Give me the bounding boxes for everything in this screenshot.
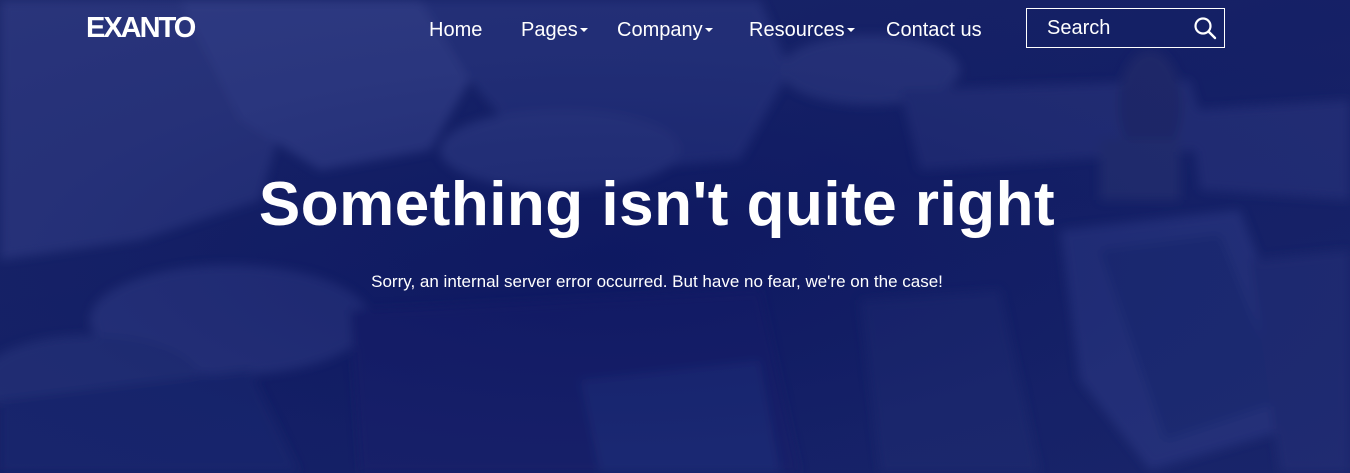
nav-item-home[interactable]: Home (429, 17, 482, 43)
caret-down-icon (704, 27, 713, 32)
search-icon[interactable] (1193, 16, 1217, 40)
search-box (1026, 8, 1225, 48)
nav-item-contact-us[interactable]: Contact us (886, 17, 982, 43)
nav-item-resources[interactable]: Resources (749, 17, 855, 43)
nav-item-label: Resources (749, 19, 845, 41)
main-navbar: EXANTO Home Pages Company Resources Cont… (0, 0, 1350, 60)
hero-section: EXANTO Home Pages Company Resources Cont… (0, 0, 1350, 473)
error-heading: Something isn't quite right (258, 170, 1056, 239)
caret-down-icon (846, 27, 855, 32)
site-logo[interactable]: EXANTO (86, 11, 196, 45)
nav-item-label: Company (617, 19, 703, 41)
nav-item-label: Pages (521, 19, 578, 41)
nav-item-label: Contact us (886, 19, 982, 41)
nav-item-company[interactable]: Company (617, 17, 713, 43)
search-input[interactable] (1027, 9, 1187, 47)
nav-item-label: Home (429, 19, 483, 41)
caret-down-icon (579, 27, 588, 32)
error-message: Sorry, an internal server error occurred… (371, 272, 943, 291)
nav-item-pages[interactable]: Pages (521, 17, 588, 43)
